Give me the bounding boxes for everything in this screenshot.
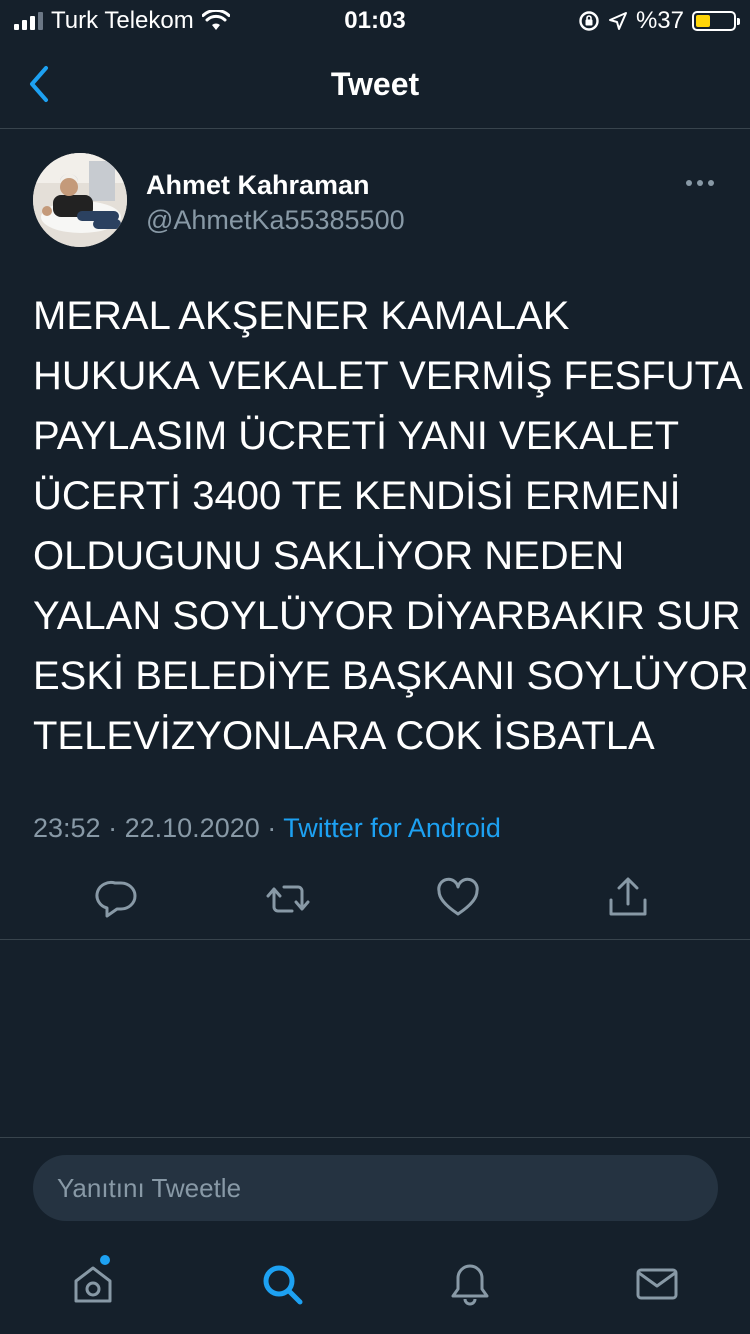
tab-home[interactable] [68,1255,118,1309]
location-arrow-icon [608,12,627,30]
reply-bar [0,1137,750,1237]
tweet-text: MERAL AKŞENER KAMALAK HUKUKA VEKALET VER… [33,286,749,766]
status-bar: Turk Telekom 01:03 %37 [0,0,750,40]
reply-icon [95,881,137,918]
avatar[interactable] [33,153,127,247]
share-icon [609,877,647,916]
tweet-actions [0,874,750,924]
tweet-text-line: HUKUKA VEKALET VERMİŞ FESFUTA [33,354,743,398]
meta-separator: · [108,813,118,843]
avatar-photo [33,153,127,247]
battery-percent: %37 [635,7,684,34]
reply-button[interactable] [93,874,143,924]
home-notification-dot [100,1255,110,1265]
battery-icon [692,11,740,31]
page-title: Tweet [330,66,420,102]
tweet-text-line: TELEVİZYONLARA COK İSBATLA [33,714,655,758]
tweet-text-line: MERAL AKŞENER KAMALAK [33,294,570,338]
bell-icon [451,1264,489,1306]
tweet-time: 23:52 [33,813,101,843]
bottom-tab-bar [0,1237,750,1334]
envelope-icon [636,1268,678,1300]
search-icon [263,1265,303,1305]
tweet-date: 22.10.2020 [124,813,260,843]
tab-messages[interactable] [632,1259,682,1309]
author-name[interactable]: Ahmet Kahraman [146,170,370,201]
retweet-button[interactable] [263,874,313,924]
orientation-lock-icon [579,11,599,31]
meta-separator: · [267,813,277,843]
heart-icon [437,877,479,916]
tab-notifications[interactable] [445,1259,495,1309]
tweet-text-line: ESKİ BELEDİYE BAŞKANI SOYLÜYOR [33,654,749,698]
tweet-detail: Ahmet Kahraman @AhmetKa55385500 MERAL AK… [0,130,750,940]
tweet-source-link[interactable]: Twitter for Android [283,813,501,843]
tab-search[interactable] [257,1259,307,1309]
tweet-text-line: YALAN SOYLÜYOR DİYARBAKIR SUR [33,594,741,638]
author-handle[interactable]: @AhmetKa55385500 [146,205,405,236]
more-options-icon[interactable] [686,180,714,186]
status-right: %37 [578,7,740,35]
reply-input[interactable] [33,1155,718,1221]
retweet-icon [266,885,310,913]
tweet-text-line: PAYLASIM ÜCRETİ YANI VEKALET [33,414,680,458]
navigation-bar: Tweet [0,40,750,129]
tweet-text-line: OLDUGUNU SAKLİYOR NEDEN [33,534,625,578]
tweet-text-line: ÜCERTİ 3400 TE KENDİSİ ERMENİ [33,474,681,518]
share-button[interactable] [603,874,653,924]
home-icon [74,1266,112,1303]
tweet-meta: 23:52 · 22.10.2020 · Twitter for Android [33,813,501,844]
like-button[interactable] [433,874,483,924]
